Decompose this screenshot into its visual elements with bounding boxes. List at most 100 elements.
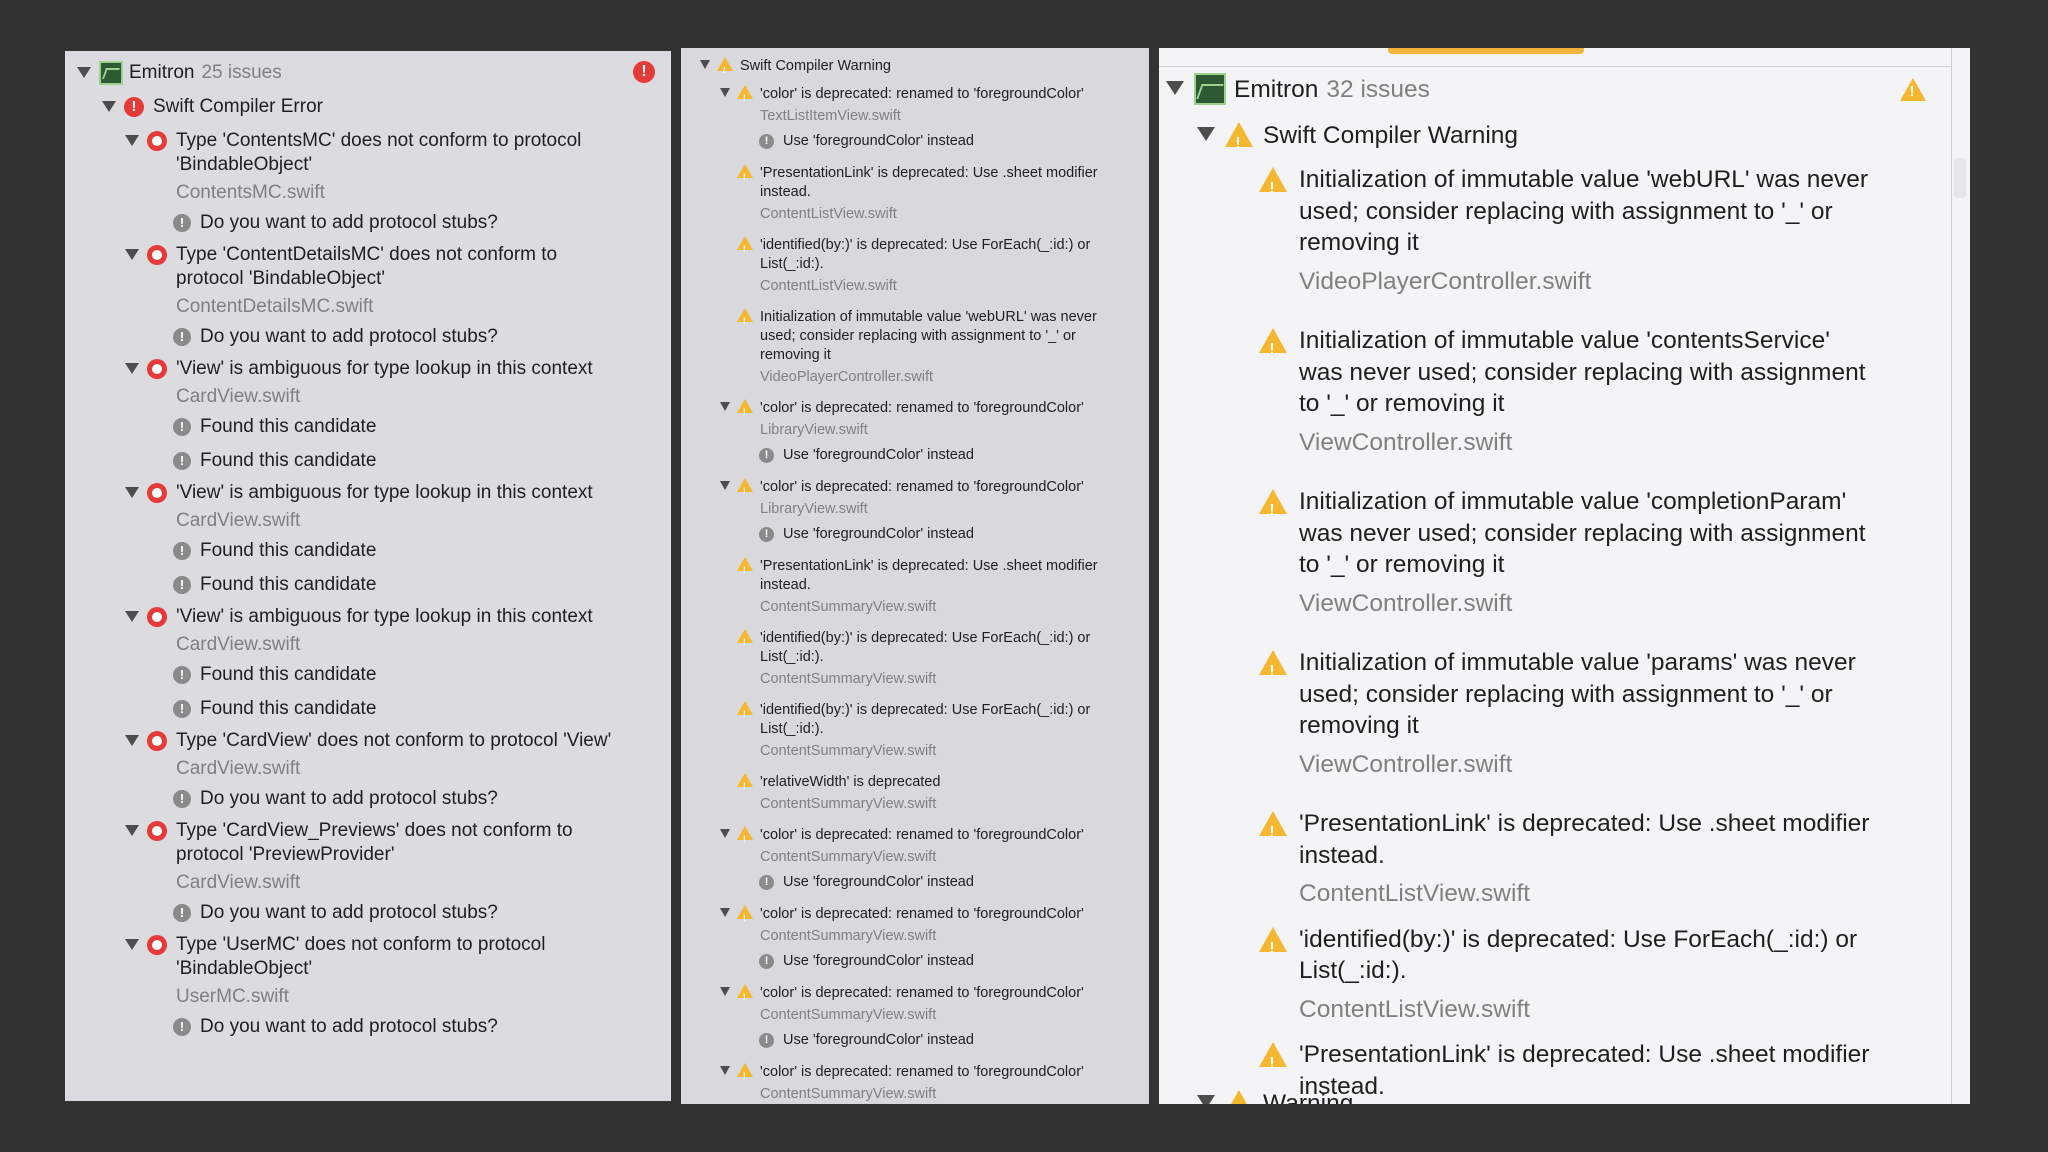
issue-row[interactable]: Type 'CardView' does not conform to prot… <box>125 729 611 781</box>
disclosure-triangle-icon[interactable] <box>1197 127 1215 141</box>
group-row-swift-compiler-warning[interactable]: ! Swift Compiler Warning <box>700 57 891 76</box>
issue-row[interactable]: ! 'color' is deprecated: renamed to 'fore… <box>720 399 1084 440</box>
project-row-emitron[interactable]: Emitron 25 issues <box>77 61 282 85</box>
disclosure-triangle-icon[interactable] <box>125 249 139 260</box>
issue-file-name[interactable]: VideoPlayerController.swift <box>1299 266 1868 298</box>
disclosure-triangle-icon[interactable] <box>125 135 139 146</box>
issue-file-name[interactable]: ContentSummaryView.swift <box>760 1006 1084 1025</box>
issue-file-name[interactable]: CardView.swift <box>176 871 573 895</box>
issue-file-name[interactable]: ContentSummaryView.swift <box>760 848 1084 867</box>
disclosure-triangle-icon[interactable] <box>125 735 139 746</box>
issue-row[interactable]: ! 'color' is deprecated: renamed to 'fore… <box>720 984 1084 1025</box>
issue-file-name[interactable]: CardView.swift <box>176 757 611 781</box>
issue-file-name[interactable]: ContentListView.swift <box>1299 994 1857 1026</box>
issue-file-name[interactable]: ContentListView.swift <box>1299 878 1869 910</box>
issue-row[interactable]: 'View' is ambiguous for type lookup in t… <box>125 357 593 409</box>
issue-file-name[interactable]: ViewController.swift <box>1299 427 1866 459</box>
disclosure-triangle-icon[interactable] <box>102 101 116 112</box>
issue-row[interactable]: ! Initialization of immutable value 'webU… <box>720 308 1097 387</box>
issue-file-name[interactable]: ContentDetailsMC.swift <box>176 295 557 319</box>
note-row[interactable]: ! Found this candidate <box>173 539 376 563</box>
note-row[interactable]: ! Use 'foregroundColor' instead <box>759 873 974 892</box>
issue-file-name[interactable]: ViewController.swift <box>1299 749 1856 781</box>
issue-row[interactable]: ! 'identified(by:)' is deprecated: Use Fo… <box>720 701 1090 761</box>
issue-row[interactable]: ! Initialization of immutable value 'webU… <box>1259 164 1868 297</box>
note-row[interactable]: ! Do you want to add protocol stubs? <box>173 1015 498 1039</box>
note-row[interactable]: ! Use 'foregroundColor' instead <box>759 525 974 544</box>
note-row[interactable]: ! Found this candidate <box>173 573 376 597</box>
issue-file-name[interactable]: ViewController.swift <box>1299 588 1866 620</box>
issue-file-name[interactable]: CardView.swift <box>176 385 593 409</box>
issue-file-name[interactable]: ContentsMC.swift <box>176 181 581 205</box>
issue-file-name[interactable]: ContentSummaryView.swift <box>760 598 1098 617</box>
issue-file-name[interactable]: ContentListView.swift <box>760 205 1098 224</box>
issue-row[interactable]: Type 'ContentsMC' does not conform to pr… <box>125 129 581 205</box>
issue-row[interactable]: ! 'identified(by:)' is deprecated: Use Fo… <box>1259 924 1857 1026</box>
issue-row[interactable]: ! 'identified(by:)' is deprecated: Use Fo… <box>720 629 1090 689</box>
disclosure-triangle-icon[interactable] <box>125 363 139 374</box>
issue-file-name[interactable]: CardView.swift <box>176 509 593 533</box>
disclosure-triangle-icon[interactable] <box>720 908 730 917</box>
issue-row[interactable]: ! 'color' is deprecated: renamed to 'fore… <box>720 826 1084 867</box>
issue-row[interactable]: ! 'relativeWidth' is deprecated ContentSum… <box>720 773 940 814</box>
issue-file-name[interactable]: UserMC.swift <box>176 985 545 1009</box>
issue-row[interactable]: Type 'UserMC' does not conform to protoc… <box>125 933 545 1009</box>
issue-file-name[interactable]: ContentSummaryView.swift <box>760 927 1084 946</box>
issue-file-name[interactable]: ContentSummaryView.swift <box>760 670 1090 689</box>
group-row-swift-compiler-error[interactable]: ! Swift Compiler Error <box>102 95 323 119</box>
note-row[interactable]: ! Use 'foregroundColor' instead <box>759 1031 974 1050</box>
issue-row[interactable]: ! 'PresentationLink' is deprecated: Use .… <box>1259 808 1869 910</box>
disclosure-triangle-icon[interactable] <box>125 611 139 622</box>
note-row[interactable]: ! Use 'foregroundColor' instead <box>759 952 974 971</box>
issue-row[interactable]: ! 'color' is deprecated: renamed to 'fore… <box>720 85 1084 126</box>
issue-file-name[interactable]: CardView.swift <box>176 633 593 657</box>
disclosure-triangle-icon[interactable] <box>125 825 139 836</box>
issue-row[interactable]: ! 'color' is deprecated: renamed to 'fore… <box>720 478 1084 519</box>
disclosure-triangle-icon[interactable] <box>77 67 91 78</box>
disclosure-triangle-icon[interactable] <box>1166 81 1184 95</box>
note-row[interactable]: ! Found this candidate <box>173 449 376 473</box>
scrollbar[interactable] <box>1954 158 1966 198</box>
issue-file-name[interactable]: ContentListView.swift <box>760 277 1090 296</box>
issue-row[interactable]: 'View' is ambiguous for type lookup in t… <box>125 605 593 657</box>
disclosure-triangle-icon[interactable] <box>720 481 730 490</box>
disclosure-triangle-icon[interactable] <box>720 88 730 97</box>
issue-row[interactable]: ! 'color' is deprecated: renamed to 'fore… <box>720 905 1084 946</box>
note-row[interactable]: ! Do you want to add protocol stubs? <box>173 901 498 925</box>
disclosure-triangle-icon[interactable] <box>720 402 730 411</box>
issue-row[interactable]: Type 'ContentDetailsMC' does not conform… <box>125 243 557 319</box>
disclosure-triangle-icon[interactable] <box>1197 1095 1215 1104</box>
issue-file-name[interactable]: LibraryView.swift <box>760 421 1084 440</box>
disclosure-triangle-icon[interactable] <box>720 829 730 838</box>
issue-row[interactable]: ! 'PresentationLink' is deprecated: Use .… <box>720 557 1098 617</box>
issue-row[interactable]: ! 'identified(by:)' is deprecated: Use Fo… <box>720 236 1090 296</box>
note-row[interactable]: ! Do you want to add protocol stubs? <box>173 787 498 811</box>
note-row[interactable]: ! Found this candidate <box>173 663 376 687</box>
issue-file-name[interactable]: TextListItemView.swift <box>760 107 1084 126</box>
project-row-emitron[interactable]: Emitron 32 issues <box>1166 73 1430 106</box>
issue-row[interactable]: 'View' is ambiguous for type lookup in t… <box>125 481 593 533</box>
issue-file-name[interactable]: LibraryView.swift <box>760 500 1084 519</box>
issue-row[interactable]: ! 'PresentationLink' is deprecated: Use .… <box>720 164 1098 224</box>
disclosure-triangle-icon[interactable] <box>720 1066 730 1075</box>
note-row[interactable]: ! Found this candidate <box>173 415 376 439</box>
group-row-warning[interactable]: ! Warning <box>1197 1088 1353 1104</box>
note-row[interactable]: ! Do you want to add protocol stubs? <box>173 211 498 235</box>
note-row[interactable]: ! Use 'foregroundColor' instead <box>759 446 974 465</box>
issue-file-name[interactable]: ContentSummaryView.swift <box>760 742 1090 761</box>
issue-row[interactable]: ! Initialization of immutable value 'cont… <box>1259 325 1866 458</box>
note-row[interactable]: ! Found this candidate <box>173 697 376 721</box>
disclosure-triangle-icon[interactable] <box>125 487 139 498</box>
group-row-swift-compiler-warning[interactable]: ! Swift Compiler Warning <box>1197 120 1518 152</box>
issue-file-name[interactable]: ContentSummaryView.swift <box>760 1085 1084 1104</box>
disclosure-triangle-icon[interactable] <box>125 939 139 950</box>
issue-file-name[interactable]: VideoPlayerController.swift <box>760 368 1097 387</box>
issue-file-name[interactable]: ContentSummaryView.swift <box>760 795 940 814</box>
issue-row[interactable]: ! 'color' is deprecated: renamed to 'fore… <box>720 1063 1084 1104</box>
note-row[interactable]: ! Do you want to add protocol stubs? <box>173 325 498 349</box>
note-row[interactable]: ! Use 'foregroundColor' instead <box>759 132 974 151</box>
issue-row[interactable]: ! Initialization of immutable value 'comp… <box>1259 486 1866 619</box>
disclosure-triangle-icon[interactable] <box>700 60 710 69</box>
issue-row[interactable]: Type 'CardView_Previews' does not confor… <box>125 819 573 895</box>
disclosure-triangle-icon[interactable] <box>720 987 730 996</box>
